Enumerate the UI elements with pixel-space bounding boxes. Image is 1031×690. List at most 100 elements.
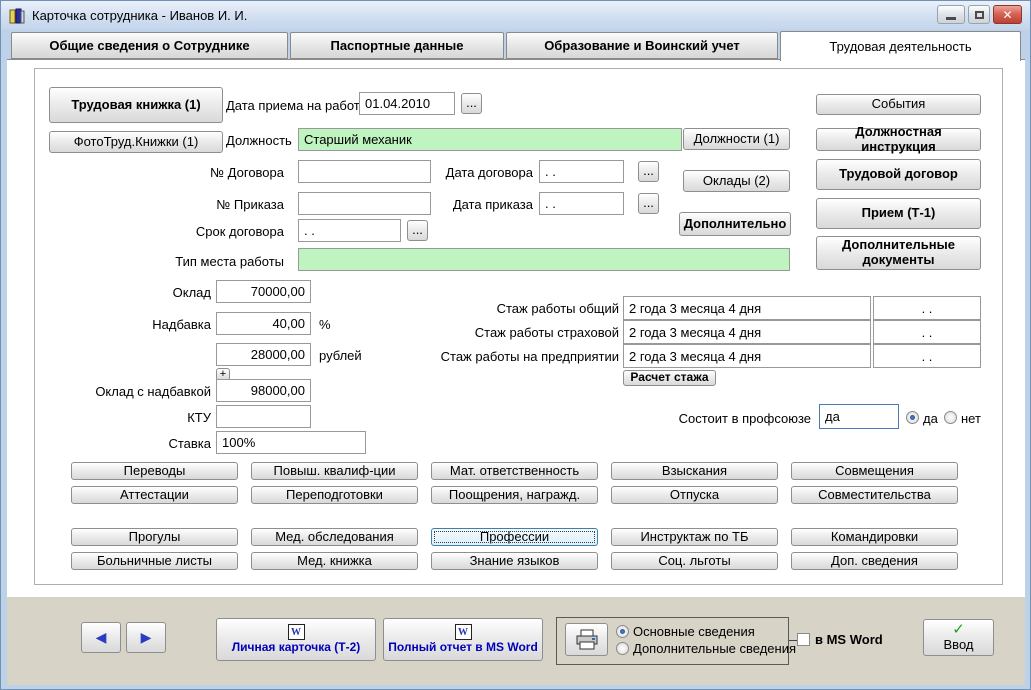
labor-contract-button[interactable]: Трудовой договор (816, 159, 981, 190)
experience-insured-field[interactable]: 2 года 3 месяца 4 дня (623, 320, 871, 344)
position-label: Должность (226, 133, 292, 148)
combined-posts-button[interactable]: Совмещения (791, 462, 958, 480)
experience-company-field[interactable]: 2 года 3 месяца 4 дня (623, 344, 871, 368)
material-responsibility-button[interactable]: Мат. ответственность (431, 462, 598, 480)
tab-education-military[interactable]: Образование и Воинский учет (506, 32, 778, 59)
job-description-button[interactable]: Должностная инструкция (816, 124, 981, 153)
additional-info-label: Дополнительные сведения (633, 641, 797, 656)
minimize-icon (946, 16, 956, 20)
tab-labor-activity[interactable]: Трудовая деятельность (780, 31, 1021, 61)
penalties-button[interactable]: Взыскания (611, 462, 778, 480)
salary-with-bonus-field[interactable]: 98000,00 (216, 379, 311, 402)
positions-list-button[interactable]: Должности (1) (683, 128, 790, 150)
union-field[interactable]: да (819, 404, 899, 429)
contract-date-field[interactable]: . . (539, 160, 624, 183)
qualification-upgrade-button[interactable]: Повыш. квалиф-ции (251, 462, 418, 480)
experience-company-date-field[interactable]: . . (873, 344, 981, 368)
workplace-type-label: Тип места работы (175, 254, 284, 269)
additional-info-button[interactable]: Доп. сведения (791, 552, 958, 570)
order-date-browse-button[interactable]: ... (638, 193, 659, 214)
social-benefits-button[interactable]: Соц. льготы (611, 552, 778, 570)
absences-button[interactable]: Прогулы (71, 528, 238, 546)
additional-documents-button[interactable]: Дополнительные документы (816, 236, 981, 270)
union-label: Состоит в профсоюзе (678, 411, 811, 426)
contract-term-browse-button[interactable]: ... (407, 220, 428, 241)
contract-term-label: Срок договора (195, 224, 284, 239)
main-info-label: Основные сведения (633, 624, 755, 639)
union-no-label: нет (961, 411, 981, 426)
order-date-field[interactable]: . . (539, 192, 624, 215)
additional-button[interactable]: Дополнительно (679, 212, 791, 236)
enter-button[interactable]: ✓ Ввод (923, 619, 994, 656)
awards-button[interactable]: Поощрения, награжд. (431, 486, 598, 504)
maximize-button[interactable] (968, 5, 990, 24)
hire-date-field[interactable]: 01.04.2010 (359, 92, 455, 115)
salaries-list-button[interactable]: Оклады (2) (683, 170, 790, 192)
professions-button[interactable]: Профессии (431, 528, 598, 546)
experience-total-field[interactable]: 2 года 3 месяца 4 дня (623, 296, 871, 320)
bonus-label: Надбавка (152, 317, 211, 332)
bonus-rub-field[interactable]: 28000,00 (216, 343, 311, 366)
minimize-button[interactable] (937, 5, 965, 24)
arrow-left-icon: ◀ (95, 628, 107, 645)
app-icon (9, 8, 25, 23)
experience-total-date-field[interactable]: . . (873, 296, 981, 320)
attestations-button[interactable]: Аттестации (71, 486, 238, 504)
ktu-label: КТУ (187, 410, 211, 425)
business-trips-button[interactable]: Командировки (791, 528, 958, 546)
experience-insured-date-field[interactable]: . . (873, 320, 981, 344)
next-record-button[interactable]: ▶ (126, 622, 166, 653)
hiring-t1-button[interactable]: Прием (Т-1) (816, 198, 981, 229)
bonus-percent-field[interactable]: 40,00 (216, 312, 311, 335)
union-yes-radio[interactable] (906, 411, 919, 424)
rate-label: Ставка (168, 436, 211, 451)
union-no-radio[interactable] (944, 411, 957, 424)
medical-book-button[interactable]: Мед. книжка (251, 552, 418, 570)
secondary-jobs-button[interactable]: Совместительства (791, 486, 958, 504)
retraining-button[interactable]: Переподготовки (251, 486, 418, 504)
prev-record-button[interactable]: ◀ (81, 622, 121, 653)
salary-field[interactable]: 70000,00 (216, 280, 311, 303)
title-bar: Карточка сотрудника - Иванов И. И. ✕ (1, 1, 1030, 30)
ktu-field[interactable] (216, 405, 311, 428)
experience-calc-button[interactable]: Расчет стажа (623, 370, 716, 386)
hire-date-label: Дата приема на работу (226, 98, 367, 113)
position-field[interactable]: Старший механик (298, 128, 682, 151)
order-date-label: Дата приказа (452, 197, 533, 212)
personal-card-t2-button[interactable]: W Личная карточка (Т-2) (216, 618, 376, 661)
workplace-type-field[interactable] (298, 248, 790, 271)
work-book-button[interactable]: Трудовая книжка (1) (49, 87, 223, 123)
safety-briefing-button[interactable]: Инструктаж по ТБ (611, 528, 778, 546)
order-no-field[interactable] (298, 192, 431, 215)
close-icon: ✕ (1002, 7, 1013, 22)
language-skills-button[interactable]: Знание языков (431, 552, 598, 570)
contract-term-field[interactable]: . . (298, 219, 401, 242)
print-button[interactable] (565, 623, 608, 656)
personal-card-t2-label: Личная карточка (Т-2) (231, 640, 361, 655)
experience-total-label: Стаж работы общий (496, 301, 619, 316)
sick-leaves-button[interactable]: Больничные листы (71, 552, 238, 570)
experience-insured-label: Стаж работы страховой (474, 325, 619, 340)
tab-passport-data[interactable]: Паспортные данные (290, 32, 504, 59)
close-button[interactable]: ✕ (993, 5, 1022, 24)
photo-work-book-button[interactable]: ФотоТруд.Книжки (1) (49, 131, 223, 153)
rate-field[interactable]: 100% (216, 431, 366, 454)
tab-general-info[interactable]: Общие сведения о Сотруднике (11, 32, 288, 59)
salary-with-bonus-label: Оклад с надбавкой (95, 384, 211, 399)
vacations-button[interactable]: Отпуска (611, 486, 778, 504)
additional-info-radio[interactable] (616, 642, 629, 655)
bottom-bar: ◀ ▶ W Личная карточка (Т-2) W Полный отч… (7, 597, 1025, 685)
bonus-percent-suffix: % (319, 317, 331, 332)
word-doc-icon: W (454, 624, 472, 641)
full-report-word-button[interactable]: W Полный отчет в MS Word (383, 618, 543, 661)
main-info-radio[interactable] (616, 625, 629, 638)
hire-date-browse-button[interactable]: ... (461, 93, 482, 114)
events-button[interactable]: События (816, 94, 981, 115)
contract-no-label: № Договора (210, 165, 284, 180)
contract-date-browse-button[interactable]: ... (638, 161, 659, 182)
medical-examinations-button[interactable]: Мед. обследования (251, 528, 418, 546)
contract-no-field[interactable] (298, 160, 431, 183)
to-ms-word-checkbox[interactable] (797, 633, 810, 646)
transfers-button[interactable]: Переводы (71, 462, 238, 480)
printer-icon (576, 629, 597, 649)
